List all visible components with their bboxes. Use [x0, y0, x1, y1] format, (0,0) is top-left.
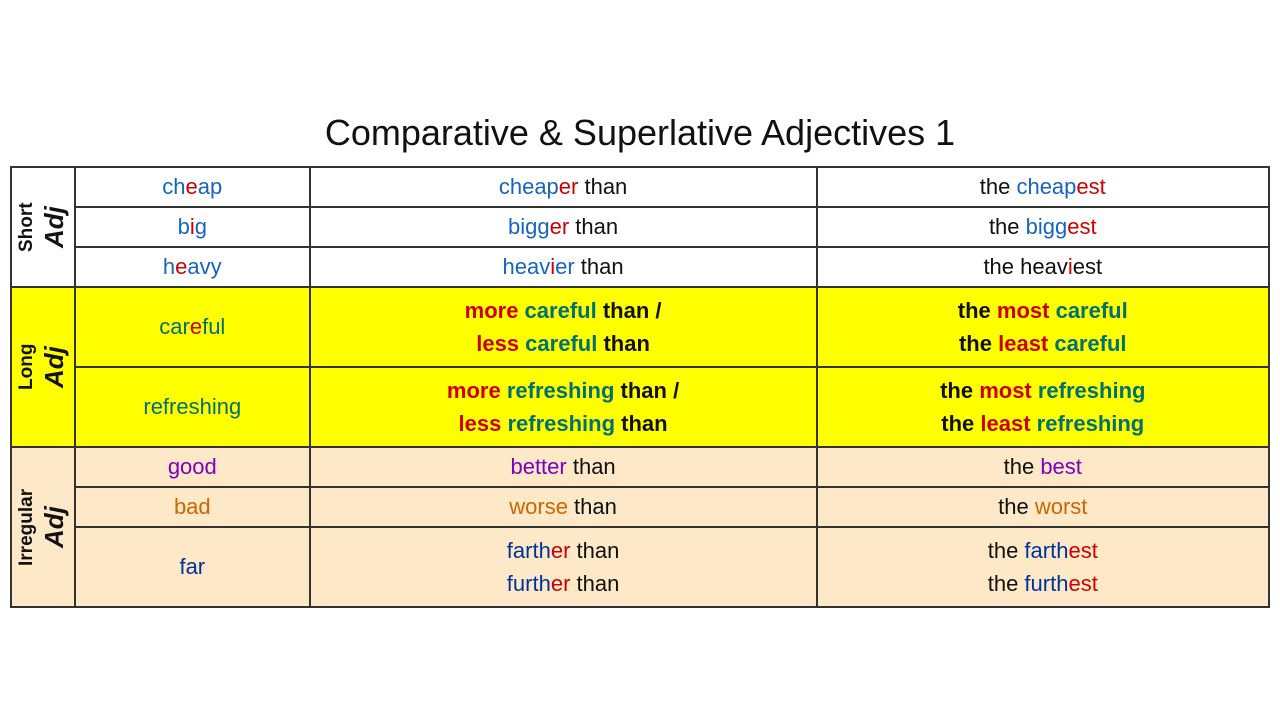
table-row: far farther than further than the farthe…: [11, 527, 1269, 607]
adjective-cell: cheap: [75, 167, 310, 207]
comparative-cell: farther than further than: [310, 527, 817, 607]
table-row: big bigger than the biggest: [11, 207, 1269, 247]
adjective-cell: bad: [75, 487, 310, 527]
table-row: Irregular Adj good better than the best: [11, 447, 1269, 487]
irregular-adj-label: Irregular Adj: [11, 447, 75, 607]
superlative-cell: the best: [817, 447, 1269, 487]
adjectives-table: Short Adj cheap cheaper than the cheapes…: [10, 166, 1270, 608]
superlative-cell: the biggest: [817, 207, 1269, 247]
page-title: Comparative & Superlative Adjectives 1: [10, 112, 1270, 154]
adjective-cell: big: [75, 207, 310, 247]
adjective-cell: refreshing: [75, 367, 310, 447]
table-row: refreshing more refreshing than / less r…: [11, 367, 1269, 447]
adjective-cell: far: [75, 527, 310, 607]
superlative-cell: the farthest the furthest: [817, 527, 1269, 607]
superlative-cell: the most refreshing the least refreshing: [817, 367, 1269, 447]
comparative-cell: worse than: [310, 487, 817, 527]
adjective-cell: heavy: [75, 247, 310, 287]
long-adj-label: Long Adj: [11, 287, 75, 447]
superlative-cell: the worst: [817, 487, 1269, 527]
adjective-cell: careful: [75, 287, 310, 367]
table-row: bad worse than the worst: [11, 487, 1269, 527]
short-adj-label: Short Adj: [11, 167, 75, 287]
comparative-cell: more refreshing than / less refreshing t…: [310, 367, 817, 447]
superlative-cell: the cheapest: [817, 167, 1269, 207]
table-row: Short Adj cheap cheaper than the cheapes…: [11, 167, 1269, 207]
table-row: heavy heavier than the heaviest: [11, 247, 1269, 287]
adjective-cell: good: [75, 447, 310, 487]
table-row: Long Adj careful more careful than / les…: [11, 287, 1269, 367]
comparative-cell: heavier than: [310, 247, 817, 287]
superlative-cell: the most careful the least careful: [817, 287, 1269, 367]
comparative-cell: bigger than: [310, 207, 817, 247]
comparative-cell: cheaper than: [310, 167, 817, 207]
comparative-cell: better than: [310, 447, 817, 487]
superlative-cell: the heaviest: [817, 247, 1269, 287]
comparative-cell: more careful than / less careful than: [310, 287, 817, 367]
